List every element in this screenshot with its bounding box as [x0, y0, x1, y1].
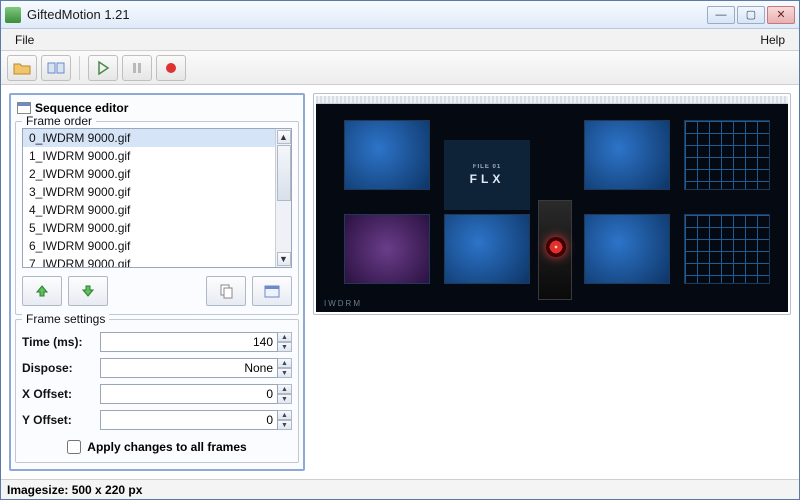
screen-tile: [684, 214, 770, 284]
yoffset-spinner[interactable]: ▲▼: [100, 410, 292, 430]
preview-canvas: FILE 01FLX IWDRM: [316, 104, 788, 312]
delete-frame-button[interactable]: [252, 276, 292, 306]
list-item[interactable]: 2_IWDRM 9000.gif: [23, 165, 275, 183]
copy-icon: [218, 283, 234, 299]
open-icon: [13, 61, 31, 75]
list-item[interactable]: 5_IWDRM 9000.gif: [23, 219, 275, 237]
record-icon: [164, 61, 178, 75]
list-item[interactable]: 0_IWDRM 9000.gif: [23, 129, 275, 147]
pause-icon: [130, 61, 144, 75]
scroll-track[interactable]: [277, 145, 291, 251]
xoffset-label: X Offset:: [22, 387, 94, 401]
list-item[interactable]: 1_IWDRM 9000.gif: [23, 147, 275, 165]
arrow-down-icon: [80, 283, 96, 299]
yoffset-input[interactable]: [100, 410, 278, 430]
record-button[interactable]: [156, 55, 186, 81]
copy-frame-button[interactable]: [206, 276, 246, 306]
frame-settings-group: Frame settings Time (ms): ▲▼ Dispose: ▲▼: [15, 319, 299, 463]
pause-button[interactable]: [122, 55, 152, 81]
screen-tile: [584, 120, 670, 190]
screen-tile: [344, 120, 430, 190]
open-button[interactable]: [7, 55, 37, 81]
list-item[interactable]: 7_IWDRM 9000.gif: [23, 255, 275, 268]
list-item[interactable]: 3_IWDRM 9000.gif: [23, 183, 275, 201]
screen-tile: [684, 120, 770, 190]
panel-icon: [17, 102, 31, 114]
spin-up-icon[interactable]: ▲: [278, 410, 292, 420]
spin-down-icon[interactable]: ▼: [278, 368, 292, 378]
frame-order-group: Frame order 0_IWDRM 9000.gif 1_IWDRM 900…: [15, 121, 299, 315]
sequence-editor-panel: Sequence editor Frame order 0_IWDRM 9000…: [9, 93, 305, 471]
spin-down-icon[interactable]: ▼: [278, 342, 292, 352]
screen-tile: [344, 214, 430, 284]
hal-eye-icon: [546, 237, 566, 257]
app-window: GiftedMotion 1.21 — ▢ ✕ File Help: [0, 0, 800, 500]
preview-panel: FILE 01FLX IWDRM: [313, 93, 791, 471]
frame-order-legend: Frame order: [22, 114, 96, 128]
toolbar: [1, 51, 799, 85]
yoffset-label: Y Offset:: [22, 413, 94, 427]
xoffset-spinner[interactable]: ▲▼: [100, 384, 292, 404]
scroll-down-button[interactable]: ▼: [277, 252, 291, 266]
xoffset-input[interactable]: [100, 384, 278, 404]
time-label: Time (ms):: [22, 335, 94, 349]
list-scrollbar[interactable]: ▲ ▼: [275, 129, 291, 267]
dispose-input[interactable]: [100, 358, 278, 378]
toolbar-divider: [79, 56, 80, 80]
time-input[interactable]: [100, 332, 278, 352]
maximize-button[interactable]: ▢: [737, 6, 765, 24]
scroll-up-button[interactable]: ▲: [277, 130, 291, 144]
list-item[interactable]: 6_IWDRM 9000.gif: [23, 237, 275, 255]
spin-up-icon[interactable]: ▲: [278, 332, 292, 342]
content-area: Sequence editor Frame order 0_IWDRM 9000…: [1, 85, 799, 479]
menu-file[interactable]: File: [7, 31, 42, 49]
close-button[interactable]: ✕: [767, 6, 795, 24]
screen-tile-flx: FILE 01FLX: [444, 140, 530, 210]
minimize-button[interactable]: —: [707, 6, 735, 24]
list-item[interactable]: 4_IWDRM 9000.gif: [23, 201, 275, 219]
dispose-label: Dispose:: [22, 361, 94, 375]
calendar-delete-icon: [263, 283, 281, 299]
frame-list[interactable]: 0_IWDRM 9000.gif 1_IWDRM 9000.gif 2_IWDR…: [22, 128, 292, 268]
menubar: File Help: [1, 29, 799, 51]
watermark: IWDRM: [324, 299, 362, 308]
arrow-up-icon: [34, 283, 50, 299]
move-down-button[interactable]: [68, 276, 108, 306]
spin-down-icon[interactable]: ▼: [278, 420, 292, 430]
frames-button[interactable]: [41, 55, 71, 81]
hal-unit: [538, 200, 572, 300]
statusbar: Imagesize: 500 x 220 px: [1, 479, 799, 499]
apply-all-label: Apply changes to all frames: [87, 440, 246, 454]
screen-tile: [444, 214, 530, 284]
screen-tile: [584, 214, 670, 284]
spin-up-icon[interactable]: ▲: [278, 384, 292, 394]
play-icon: [96, 61, 110, 75]
apply-all-checkbox[interactable]: [67, 440, 81, 454]
spin-down-icon[interactable]: ▼: [278, 394, 292, 404]
status-text: Imagesize: 500 x 220 px: [7, 483, 142, 497]
window-title: GiftedMotion 1.21: [27, 7, 707, 22]
menu-help[interactable]: Help: [752, 31, 793, 49]
dispose-field[interactable]: ▲▼: [100, 358, 292, 378]
move-up-button[interactable]: [22, 276, 62, 306]
preview-grip[interactable]: [316, 96, 788, 104]
frames-icon: [47, 61, 65, 75]
preview-frame: FILE 01FLX IWDRM: [313, 93, 791, 315]
spin-up-icon[interactable]: ▲: [278, 358, 292, 368]
panel-title-label: Sequence editor: [35, 101, 128, 115]
titlebar[interactable]: GiftedMotion 1.21 — ▢ ✕: [1, 1, 799, 29]
play-button[interactable]: [88, 55, 118, 81]
app-icon: [5, 7, 21, 23]
scroll-thumb[interactable]: [277, 145, 291, 201]
time-spinner[interactable]: ▲▼: [100, 332, 292, 352]
frame-settings-legend: Frame settings: [22, 312, 109, 326]
